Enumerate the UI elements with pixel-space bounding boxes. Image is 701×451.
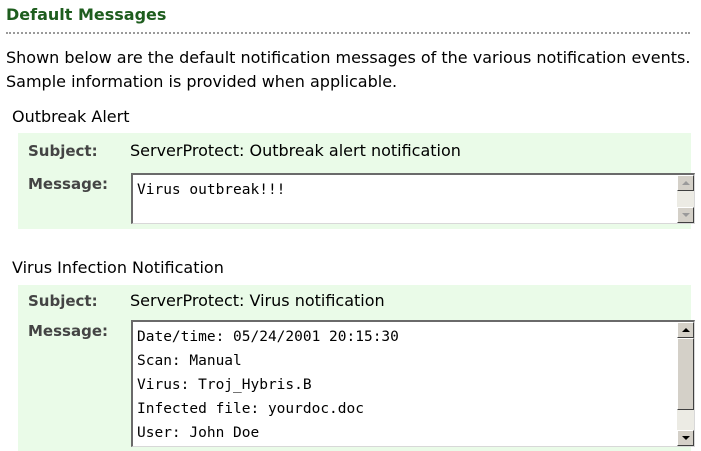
message-label: Message:	[28, 175, 108, 193]
message-label: Message:	[28, 322, 108, 340]
scroll-up-arrow-icon[interactable]	[677, 322, 694, 338]
outbreak-message-textarea[interactable]: Virus outbreak!!!	[131, 173, 695, 224]
page-title: Default Messages	[6, 5, 167, 24]
outbreak-message-scrollbar[interactable]	[677, 175, 694, 223]
scroll-down-arrow-icon[interactable]	[677, 430, 694, 446]
outbreak-subject-value: ServerProtect: Outbreak alert notificati…	[130, 141, 461, 160]
outbreak-alert-panel: Subject: ServerProtect: Outbreak alert n…	[18, 133, 695, 229]
dotted-divider	[6, 32, 690, 34]
outbreak-message-text: Virus outbreak!!!	[137, 182, 286, 198]
subject-label: Subject:	[28, 292, 98, 310]
virus-message-textarea[interactable]: Date/time: 05/24/2001 20:15:30 Scan: Man…	[131, 320, 695, 447]
virus-message-scrollbar[interactable]	[677, 322, 694, 446]
subject-label: Subject:	[28, 142, 98, 160]
scroll-down-arrow-icon[interactable]	[677, 207, 694, 223]
section-title-virus-infection: Virus Infection Notification	[12, 258, 224, 277]
virus-infection-panel: Subject: ServerProtect: Virus notificati…	[18, 285, 695, 451]
intro-text: Shown below are the default notification…	[6, 48, 691, 91]
scrollbar-thumb[interactable]	[677, 338, 694, 410]
virus-subject-value: ServerProtect: Virus notification	[130, 291, 385, 310]
virus-message-text: Date/time: 05/24/2001 20:15:30 Scan: Man…	[137, 329, 399, 441]
section-title-outbreak-alert: Outbreak Alert	[12, 107, 130, 126]
scroll-up-arrow-icon[interactable]	[677, 175, 694, 191]
